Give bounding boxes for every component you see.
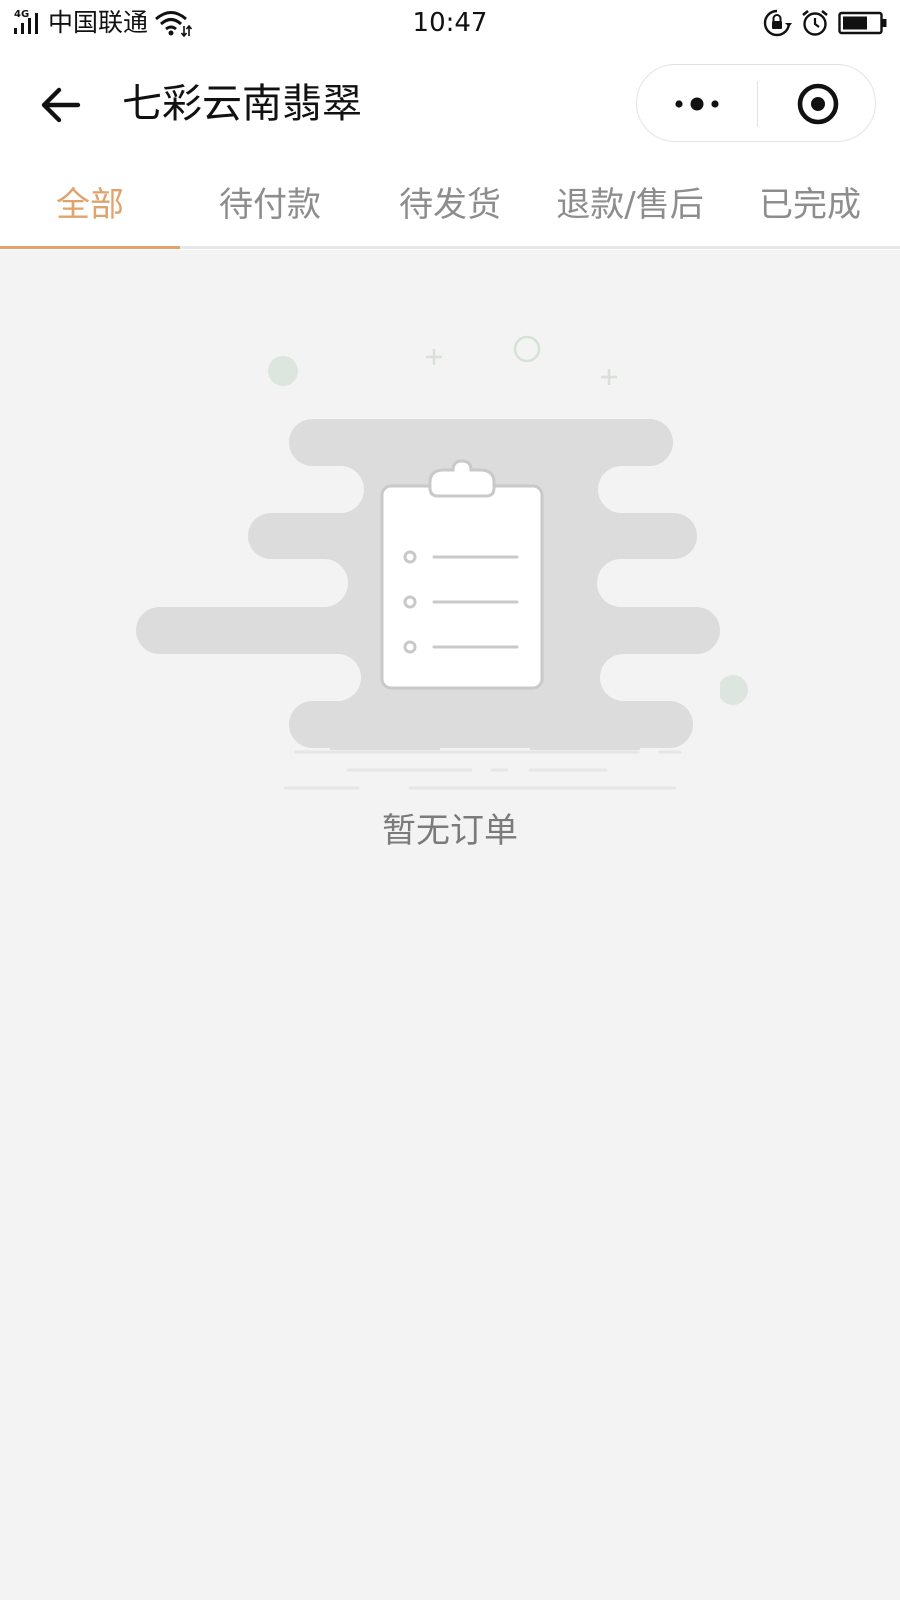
tab-all[interactable]: 全部 xyxy=(0,162,180,249)
tab-refund-aftersale[interactable]: 退款/售后 xyxy=(540,162,720,246)
back-button[interactable] xyxy=(30,75,90,135)
clipboard-icon xyxy=(380,459,544,690)
empty-message: 暂无订单 xyxy=(382,811,518,851)
tab-label: 退款/售后 xyxy=(556,184,704,225)
target-close-icon xyxy=(797,83,838,125)
tab-pending-payment[interactable]: 待付款 xyxy=(180,162,360,246)
alarm-icon xyxy=(802,9,828,36)
tab-label: 待发货 xyxy=(399,184,501,225)
battery-icon xyxy=(838,11,887,35)
rotation-lock-icon xyxy=(763,9,792,37)
arrow-left-icon xyxy=(41,87,81,123)
status-right xyxy=(762,6,888,40)
empty-orders-illustration xyxy=(136,335,748,790)
close-program-button[interactable] xyxy=(758,65,877,143)
more-button[interactable] xyxy=(637,65,757,143)
tab-label: 全部 xyxy=(56,184,124,225)
tab-label: 已完成 xyxy=(759,184,861,225)
more-dots-icon xyxy=(675,97,719,111)
nav-bar: 七彩云南翡翠 xyxy=(0,50,900,160)
page-title: 七彩云南翡翠 xyxy=(122,81,362,127)
tab-pending-shipment[interactable]: 待发货 xyxy=(360,162,540,246)
tab-completed[interactable]: 已完成 xyxy=(720,162,900,246)
status-bar: 4G 中国联通 10:47 xyxy=(0,0,900,46)
order-tabs: 全部 待付款 待发货 退款/售后 已完成 xyxy=(0,162,900,249)
tab-label: 待付款 xyxy=(219,184,321,225)
mini-program-capsule xyxy=(636,64,876,142)
